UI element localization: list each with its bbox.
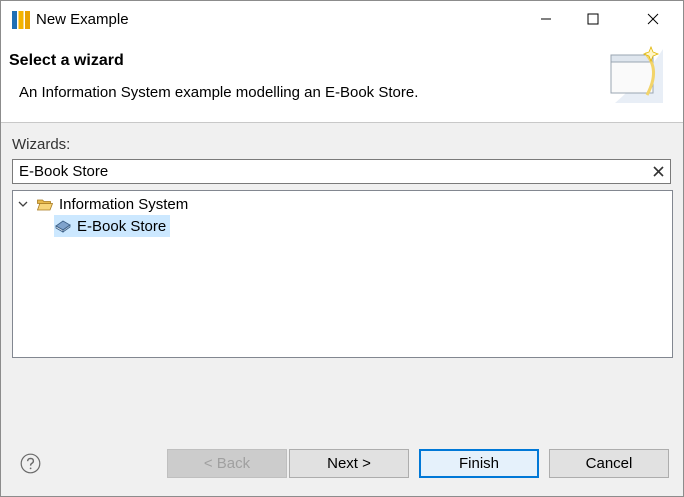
tree-item-e-book-store[interactable]: E-Book Store bbox=[54, 215, 171, 237]
minimize-icon bbox=[541, 18, 551, 20]
finish-button[interactable]: Finish bbox=[419, 449, 539, 478]
help-icon[interactable] bbox=[20, 453, 41, 474]
close-icon bbox=[647, 13, 659, 25]
folder-open-icon bbox=[37, 199, 53, 210]
maximize-button[interactable] bbox=[570, 1, 616, 37]
window-title: New Example bbox=[36, 11, 129, 28]
minimize-button[interactable] bbox=[523, 1, 569, 37]
wizard-tree[interactable]: Information System E-Book Store bbox=[12, 190, 673, 358]
page-title: Select a wizard bbox=[9, 52, 124, 69]
tree-item-label: E-Book Store bbox=[77, 217, 167, 235]
next-button[interactable]: Next > bbox=[289, 449, 409, 478]
close-button[interactable] bbox=[630, 1, 676, 37]
page-description: An Information System example modelling … bbox=[19, 84, 419, 101]
title-bar[interactable]: New Example bbox=[1, 1, 683, 37]
wizard-filter-input[interactable] bbox=[19, 162, 639, 181]
wizard-banner: Select a wizard An Information System ex… bbox=[1, 37, 683, 123]
eclipse-app-icon bbox=[12, 11, 30, 29]
chevron-down-icon[interactable] bbox=[17, 198, 29, 210]
back-button[interactable]: < Back bbox=[167, 449, 287, 478]
cancel-button[interactable]: Cancel bbox=[549, 449, 669, 478]
book-icon bbox=[55, 220, 71, 233]
new-example-dialog: New Example Select a wizard An Informati… bbox=[0, 0, 684, 497]
maximize-icon bbox=[587, 13, 599, 25]
tree-item-information-system[interactable]: Information System bbox=[17, 193, 188, 215]
wizard-banner-icon bbox=[610, 45, 663, 103]
wizards-label: Wizards: bbox=[12, 136, 71, 153]
clear-icon[interactable] bbox=[652, 165, 665, 178]
tree-item-label: Information System bbox=[59, 195, 189, 213]
wizard-filter-field[interactable] bbox=[12, 159, 671, 184]
